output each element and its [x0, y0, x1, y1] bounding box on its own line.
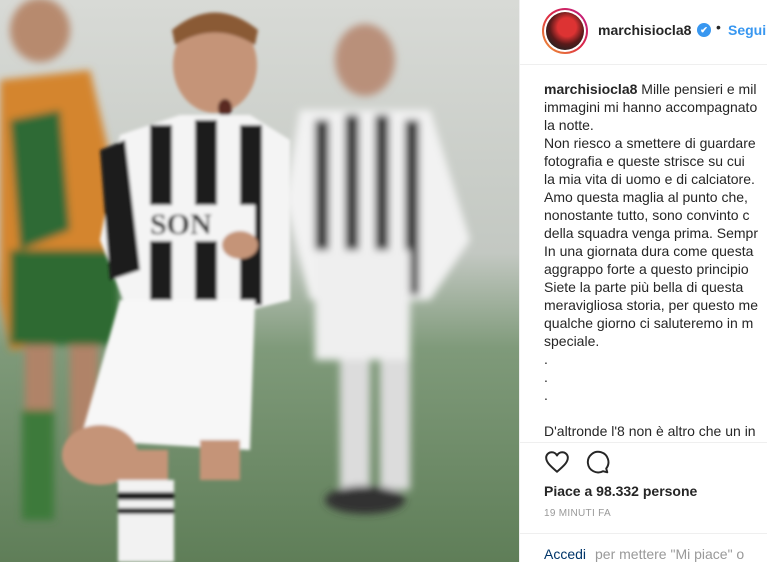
post-side-panel: marchisiocla8 ✔ • Segui marchisiocla8 Mi…: [519, 0, 767, 562]
follow-button[interactable]: Segui: [728, 22, 766, 38]
username-link[interactable]: marchisiocla8: [598, 22, 691, 38]
caption-line: Amo questa maglia al punto che,: [544, 189, 748, 205]
avatar-image: [546, 12, 584, 50]
caption-line: .: [544, 351, 548, 367]
caption-username-link[interactable]: marchisiocla8: [544, 81, 637, 97]
caption-line: la notte.: [544, 117, 594, 133]
caption-line: [544, 404, 767, 422]
caption-line: aggrappo forte a questo principio: [544, 261, 749, 277]
login-prompt: Accedi per mettere "Mi piace" o: [520, 533, 767, 564]
caption-line: immagini mi hanno accompagnato: [544, 99, 758, 115]
svg-text:SON: SON: [150, 208, 212, 241]
post-actions: Piace a 98.332 persone 19 MINUTI FA Acce…: [520, 442, 767, 563]
photo-image: SON: [0, 0, 519, 562]
caption-line: della squadra venga prima. Sempr: [544, 225, 759, 241]
login-prompt-text: per mettere "Mi piace" o: [595, 546, 745, 562]
post-header: marchisiocla8 ✔ • Segui: [520, 0, 767, 65]
post-timestamp[interactable]: 19 MINUTI FA: [544, 508, 611, 519]
caption-line: Mille pensieri e mil: [641, 81, 757, 97]
post-photo[interactable]: SON: [0, 0, 519, 562]
caption-line: speciale.: [544, 333, 600, 349]
caption-line: meravigliosa storia, per questo me: [544, 297, 758, 313]
avatar[interactable]: [542, 8, 588, 54]
caption-line: .: [544, 387, 548, 403]
verified-badge-icon: ✔: [697, 23, 711, 37]
caption-line: D'altronde l'8 non è altro che un in: [544, 423, 756, 439]
caption-line: la mia vita di uomo e di calciatore.: [544, 171, 755, 187]
heart-icon[interactable]: [544, 449, 570, 475]
caption-line: Non riesco a smettere di guardare: [544, 135, 756, 151]
caption-line: qualche giorno ci saluteremo in m: [544, 315, 754, 331]
comment-icon[interactable]: [584, 449, 610, 475]
caption-line: fotografia e queste strisce su cui: [544, 153, 745, 169]
caption-line: Siete la parte più bella di questa: [544, 279, 744, 295]
caption-line: .: [544, 369, 548, 385]
likes-count[interactable]: Piace a 98.332 persone: [544, 483, 697, 499]
caption-line: nonostante tutto, sono convinto c: [544, 207, 750, 223]
post-caption: marchisiocla8 Mille pensieri e mil immag…: [544, 80, 767, 442]
login-link[interactable]: Accedi: [544, 546, 586, 562]
caption-line: In una giornata dura come questa: [544, 243, 754, 259]
separator-dot: •: [716, 19, 721, 35]
